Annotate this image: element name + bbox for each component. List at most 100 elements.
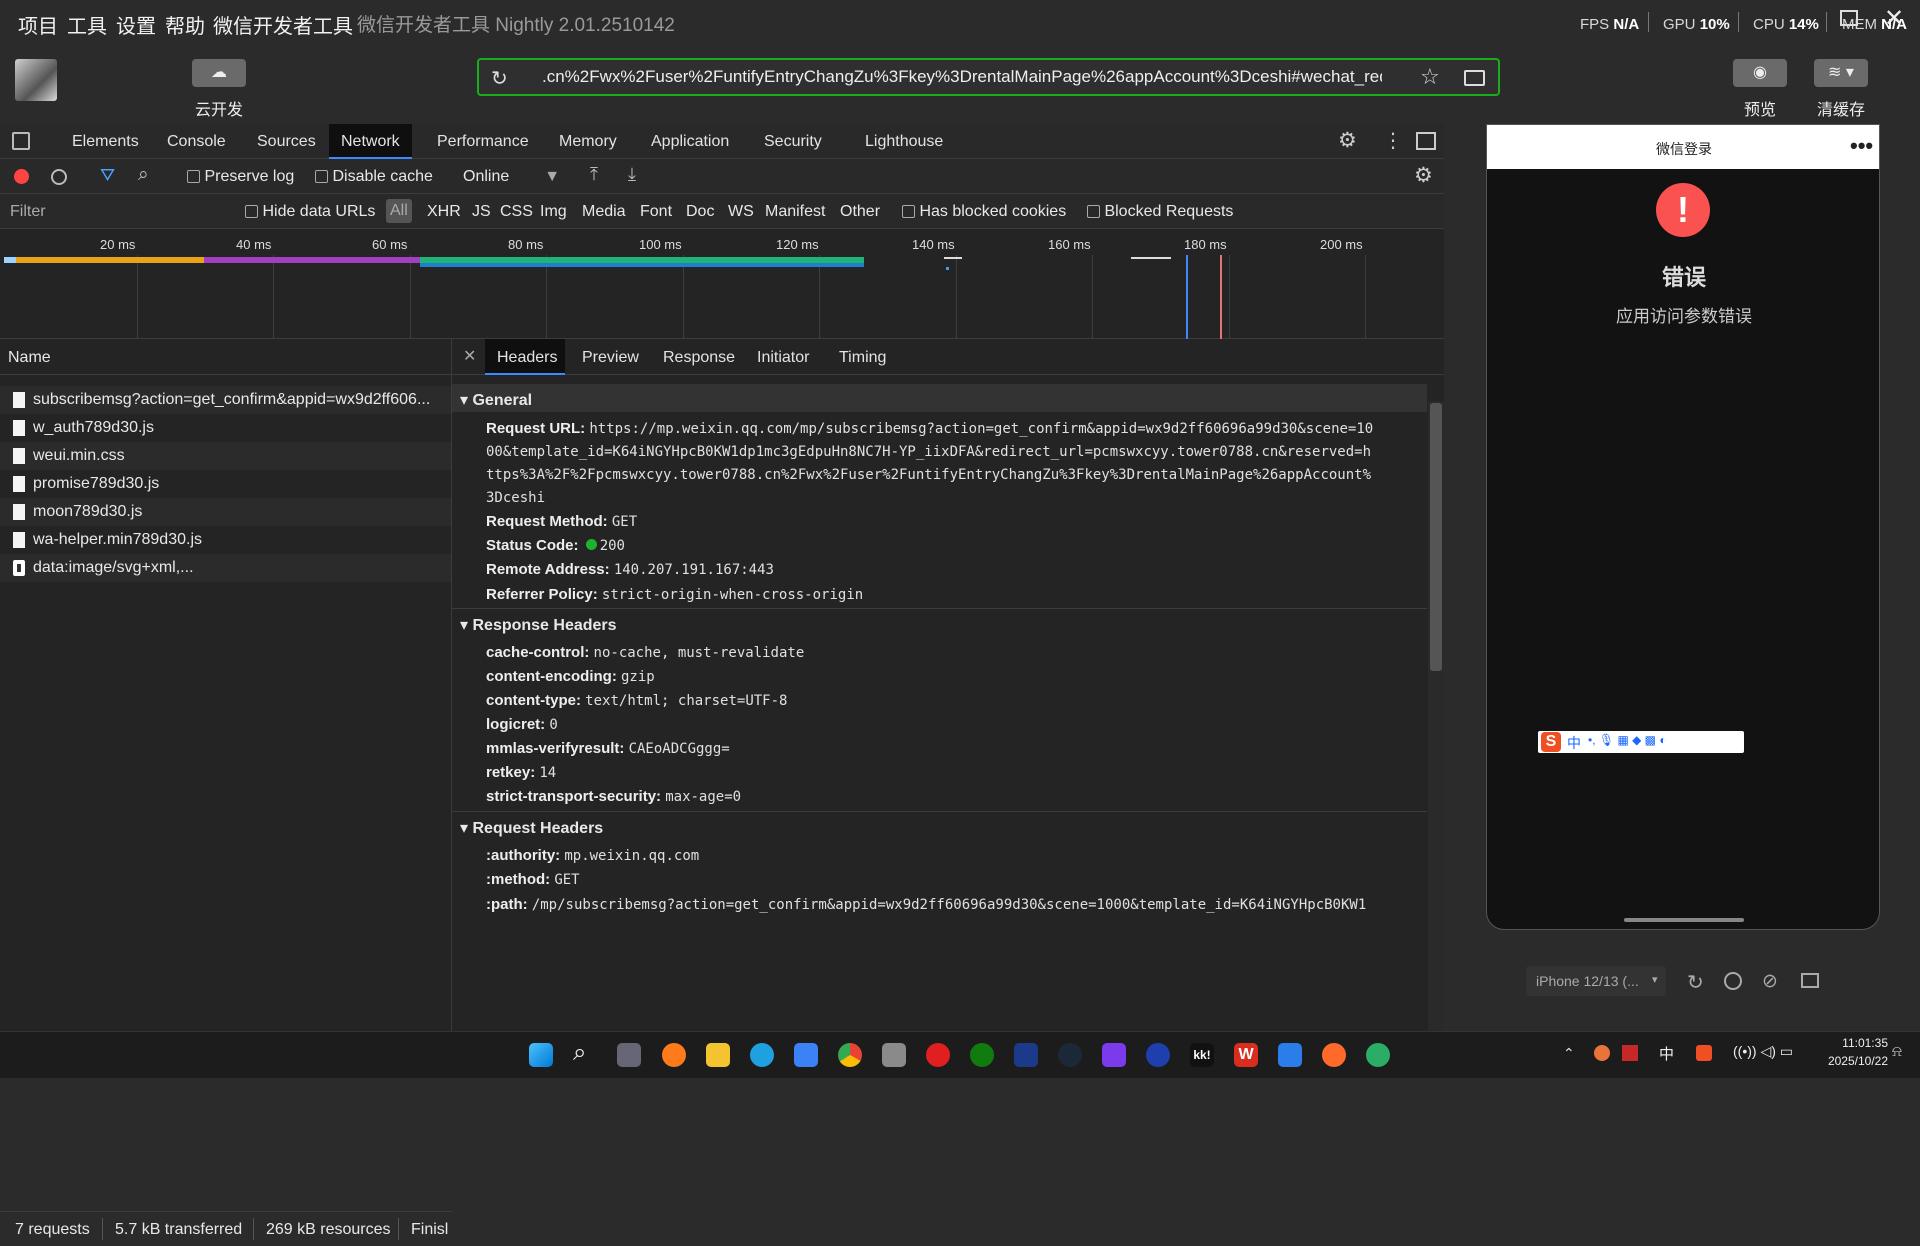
address-bar[interactable]: ↻ .cn%2Fwx%2Fuser%2FuntifyEntryChangZu%3… (477, 58, 1500, 96)
scrollbar-thumb[interactable] (1430, 403, 1442, 671)
tab-console[interactable]: Console (155, 124, 238, 159)
postman-icon[interactable] (1322, 1043, 1346, 1067)
task-view-icon[interactable] (617, 1043, 641, 1067)
type-all[interactable]: All (386, 199, 412, 223)
type-other[interactable]: Other (840, 203, 880, 221)
preserve-log-checkbox[interactable]: Preserve log (187, 168, 294, 186)
clear-icon[interactable] (51, 169, 67, 185)
more-vertical-icon[interactable]: ⋮ (1383, 128, 1403, 153)
tab-initiator[interactable]: Initiator (757, 349, 809, 367)
detach-icon[interactable] (1801, 973, 1819, 988)
clock-date[interactable]: 2025/10/22 (1812, 1054, 1888, 1068)
file-explorer-icon[interactable] (706, 1043, 730, 1067)
has-blocked-cookies-checkbox[interactable]: Has blocked cookies (902, 203, 1066, 221)
wps-icon[interactable]: W (1234, 1043, 1258, 1067)
ime-indicator[interactable]: 中 (1659, 1043, 1674, 1064)
edge-icon[interactable] (750, 1043, 774, 1067)
disable-cache-checkbox[interactable]: Disable cache (315, 168, 433, 186)
tab-application[interactable]: Application (639, 124, 741, 159)
import-icon[interactable]: ⤒ (590, 164, 598, 185)
filter-input[interactable]: Filter (10, 203, 220, 221)
calculator-icon[interactable] (882, 1043, 906, 1067)
menu-tools[interactable]: 工具 (67, 10, 107, 39)
more-icon[interactable]: ••• (1850, 133, 1873, 159)
type-media[interactable]: Media (582, 203, 626, 221)
app-icon[interactable] (1102, 1043, 1126, 1067)
blocked-requests-checkbox[interactable]: Blocked Requests (1087, 203, 1233, 221)
type-img[interactable]: Img (540, 203, 567, 221)
tray-icon[interactable] (1622, 1045, 1638, 1061)
type-font[interactable]: Font (640, 203, 672, 221)
tab-security[interactable]: Security (752, 124, 834, 159)
type-doc[interactable]: Doc (686, 203, 714, 221)
kk-icon[interactable]: kk! (1190, 1043, 1214, 1067)
star-icon[interactable]: ☆ (1420, 64, 1440, 90)
request-headers-section-header[interactable]: ▾ Request Headers (452, 812, 1427, 840)
type-xhr[interactable]: XHR (427, 203, 461, 221)
jetbrains-icon[interactable] (1014, 1043, 1038, 1067)
preview-button[interactable]: ◉ (1733, 59, 1787, 87)
inspect-icon[interactable] (12, 132, 30, 150)
type-css[interactable]: CSS (500, 203, 533, 221)
list-item[interactable]: wa-helper.min789d30.js (0, 526, 451, 554)
chrome-icon[interactable] (838, 1043, 862, 1067)
store-icon[interactable] (794, 1043, 818, 1067)
type-ws[interactable]: WS (728, 203, 754, 221)
avatar[interactable] (15, 59, 57, 101)
no-touch-icon[interactable]: ⊘ (1762, 970, 1778, 993)
notification-icon[interactable]: ⍾ (1892, 1043, 1902, 1060)
clear-cache-button[interactable]: ≋ ▾ (1814, 59, 1868, 87)
tab-lighthouse[interactable]: Lighthouse (853, 124, 955, 159)
general-section-header[interactable]: ▾ General (452, 384, 1427, 412)
clock-time[interactable]: 11:01:35 (1812, 1036, 1888, 1050)
name-column-header[interactable]: Name (0, 339, 452, 375)
refresh-icon[interactable]: ↻ (491, 66, 508, 91)
menu-wechat-devtools[interactable]: 微信开发者工具 (213, 10, 353, 39)
tab-preview[interactable]: Preview (582, 349, 639, 367)
type-js[interactable]: JS (472, 203, 491, 221)
windows-start-icon[interactable] (529, 1043, 553, 1067)
map-pin-icon[interactable] (1146, 1043, 1170, 1067)
menu-settings[interactable]: 设置 (116, 10, 156, 39)
phone-screen[interactable]: 微信登录 ••• ! 错误 应用访问参数错误 S 中 •, 🎙 ▦ ◆ ▩ ◐ (1486, 124, 1880, 930)
record-icon[interactable] (14, 169, 29, 184)
steam-icon[interactable] (1058, 1043, 1082, 1067)
address-input[interactable]: .cn%2Fwx%2Fuser%2FuntifyEntryChangZu%3Fk… (542, 67, 1382, 87)
search-icon[interactable]: ⌕ (573, 1039, 586, 1067)
menu-project[interactable]: 项目 (18, 10, 58, 39)
ime-toolbar[interactable]: S 中 •, 🎙 ▦ ◆ ▩ ◐ (1538, 731, 1744, 753)
record-screen-icon[interactable] (1724, 972, 1742, 990)
type-manifest[interactable]: Manifest (765, 203, 825, 221)
search-icon[interactable]: ⌕ (138, 164, 149, 186)
network-settings-icon[interactable]: ⚙ (1414, 163, 1433, 188)
notes-icon[interactable] (1278, 1043, 1302, 1067)
tab-headers[interactable]: Headers (497, 349, 557, 367)
chevron-up-icon[interactable]: ⌃ (1563, 1045, 1575, 1062)
folder-icon[interactable] (1464, 70, 1485, 86)
tab-response[interactable]: Response (663, 349, 735, 367)
tab-elements[interactable]: Elements (60, 124, 151, 159)
tab-network[interactable]: Network (329, 124, 412, 159)
rotate-icon[interactable]: ↻ (1687, 970, 1704, 995)
tab-sources[interactable]: Sources (245, 124, 328, 159)
network-volume-battery-icons[interactable]: ((•)) ◁) ▭ (1733, 1043, 1793, 1060)
timeline-overview[interactable]: 20 ms 40 ms 60 ms 80 ms 100 ms 120 ms 14… (0, 229, 1444, 339)
tab-timing[interactable]: Timing (839, 349, 886, 367)
tab-memory[interactable]: Memory (547, 124, 629, 159)
undock-icon[interactable] (1416, 132, 1436, 150)
restore-window-icon[interactable] (1840, 10, 1858, 26)
sogou-tray-icon[interactable] (1696, 1045, 1712, 1061)
cloud-button[interactable]: ☁ (192, 59, 246, 87)
tab-performance[interactable]: Performance (425, 124, 541, 159)
close-icon[interactable]: ✕ (463, 346, 476, 366)
throttle-select[interactable]: Online ▼ (463, 168, 560, 186)
tray-icon[interactable] (1594, 1045, 1610, 1061)
list-item[interactable]: weui.min.css (0, 442, 451, 470)
close-icon[interactable]: ✕ (1884, 4, 1904, 33)
export-icon[interactable]: ⤓ (628, 164, 636, 185)
list-item[interactable]: data:image/svg+xml,... (0, 554, 451, 582)
filter-icon[interactable]: ⛛ (100, 165, 115, 186)
device-select[interactable]: iPhone 12/13 (... ▾ (1526, 966, 1666, 996)
gear-icon[interactable]: ⚙ (1338, 128, 1357, 153)
wechat-devtools-icon[interactable] (1366, 1043, 1390, 1067)
